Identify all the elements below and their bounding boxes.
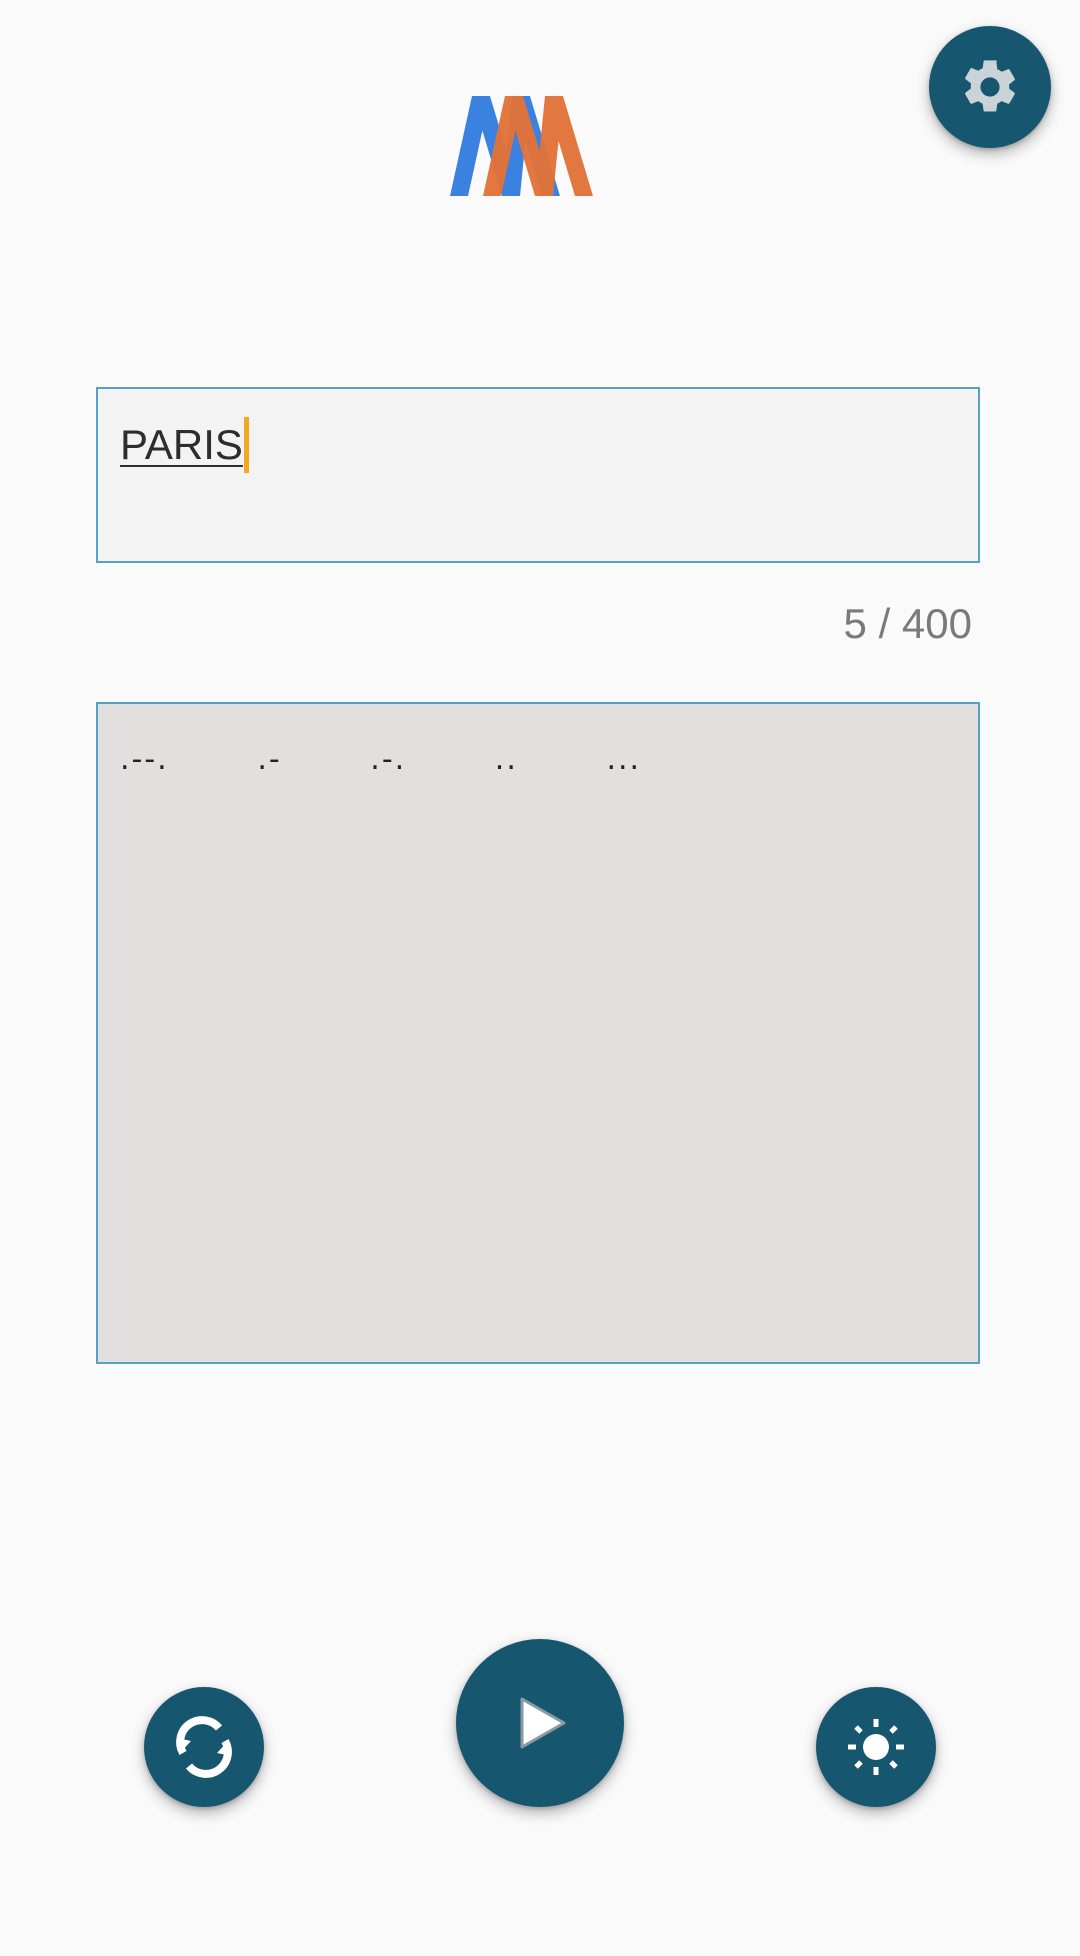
- text-input-field[interactable]: PARIS: [96, 387, 980, 563]
- character-counter: 5 / 400: [843, 600, 972, 647]
- input-text: PARIS: [120, 420, 243, 468]
- settings-button[interactable]: [929, 26, 1051, 148]
- morse-output-box: .--. .- .-. .. ...: [96, 702, 980, 1364]
- text-caret: [243, 417, 249, 473]
- refresh-icon: [176, 1716, 232, 1778]
- app-screen: PARIS 5 / 400 .--. .- .-. .. ...: [0, 0, 1080, 1956]
- play-button[interactable]: [456, 1639, 624, 1807]
- mm-logo-icon: [450, 96, 593, 196]
- brightness-icon: [848, 1719, 904, 1775]
- play-icon: [520, 1697, 566, 1749]
- flashlight-button[interactable]: [816, 1687, 936, 1807]
- reset-button[interactable]: [144, 1687, 264, 1807]
- gear-icon: [965, 60, 1015, 112]
- morse-output-text: .--. .- .-. .. ...: [120, 742, 642, 777]
